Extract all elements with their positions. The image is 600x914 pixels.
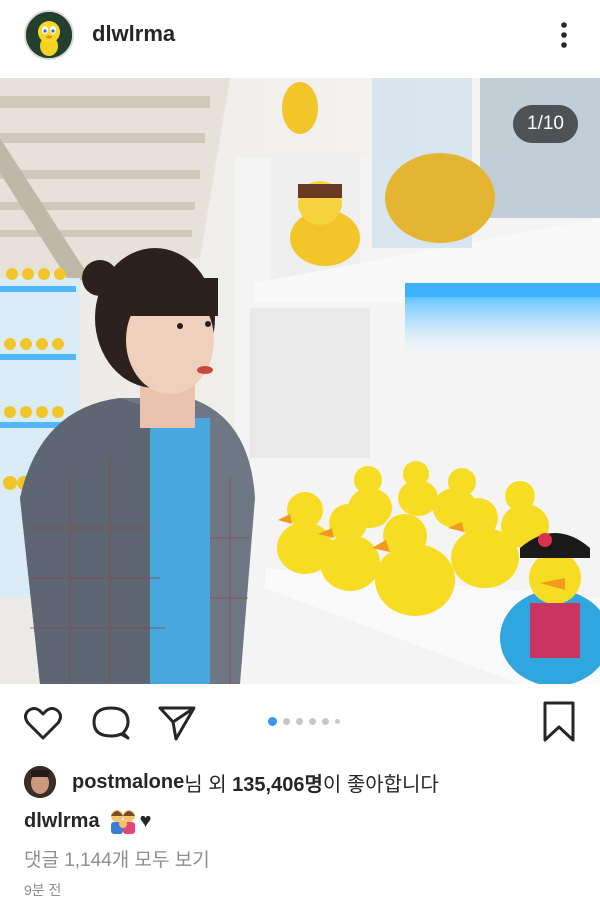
caption-line: dlwlrma ♥: [24, 806, 151, 836]
likes-middle-text: 님 외: [184, 773, 233, 796]
caption-heart: ♥: [139, 809, 152, 832]
carousel-counter: 1/10: [513, 105, 578, 143]
heart-icon[interactable]: [22, 702, 64, 744]
post-image[interactable]: 1/10: [0, 78, 600, 684]
action-bar: [0, 684, 600, 758]
caption-emoji: ♥: [108, 808, 152, 834]
profile-avatar[interactable]: [24, 10, 74, 60]
carousel-dot: [322, 717, 329, 725]
tweety-avatar-icon: [26, 12, 72, 58]
post-header: dlwlrma: [0, 0, 600, 78]
send-icon[interactable]: [156, 702, 198, 744]
caption-username[interactable]: dlwlrma: [24, 810, 100, 833]
likes-suffix: 이 좋아합니다: [322, 773, 439, 796]
likes-count[interactable]: 135,406명: [232, 768, 323, 797]
carousel-dot-active: [268, 716, 277, 726]
carousel-dot: [283, 717, 290, 725]
family-emoji-icon: [110, 810, 135, 834]
post-timestamp: 9분 전: [24, 882, 62, 898]
more-vertical-icon[interactable]: [552, 18, 576, 52]
post-username[interactable]: dlwlrma: [92, 21, 175, 47]
carousel-dot: [296, 717, 303, 725]
likes-line: postmalone 님 외 135,406명 이 좋아합니다: [24, 764, 439, 800]
liker-username[interactable]: postmalone: [72, 771, 184, 794]
carousel-dot: [335, 718, 340, 724]
carousel-dots: [268, 714, 340, 728]
comment-icon[interactable]: [90, 702, 132, 744]
carousel-dot: [309, 717, 316, 725]
liker-avatar[interactable]: [24, 766, 56, 798]
liker-avatar-image: [24, 766, 56, 798]
bookmark-icon[interactable]: [540, 700, 578, 744]
photo-scene: [0, 78, 600, 684]
view-comments-link[interactable]: 댓글 1,144개 모두 보기: [24, 845, 210, 872]
